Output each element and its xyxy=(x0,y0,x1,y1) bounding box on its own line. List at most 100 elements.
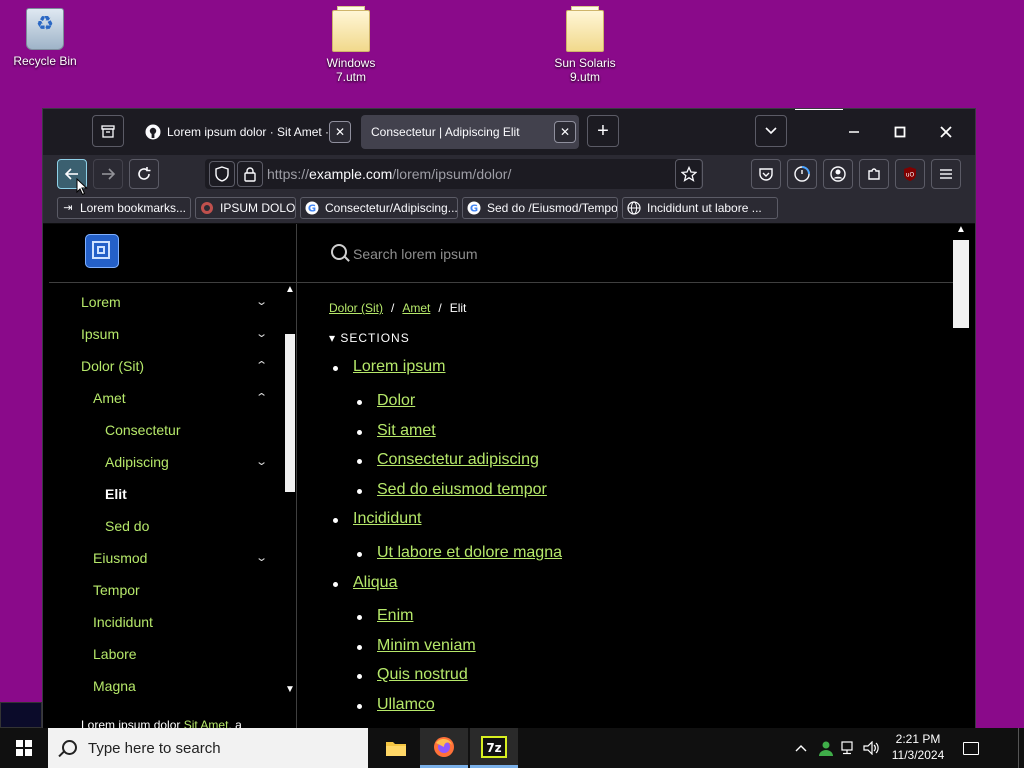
chevron-down-icon[interactable]: ⌄ xyxy=(255,295,268,308)
volume-tray-icon[interactable] xyxy=(860,728,884,768)
start-button[interactable] xyxy=(0,728,48,768)
taskbar: Type here to search 7z 2:21 PM 11/3/2024 xyxy=(0,728,1024,768)
clock-time: 2:21 PM xyxy=(895,732,941,746)
utm-logo-icon[interactable] xyxy=(85,234,119,268)
taskbar-search-box[interactable]: Type here to search xyxy=(48,728,368,768)
tab-close-button[interactable]: ✕ xyxy=(554,121,576,143)
toc-link[interactable]: Quis nostrud xyxy=(377,666,468,684)
chevron-up-icon[interactable]: ⌃ xyxy=(255,391,268,404)
breadcrumb-devices[interactable]: Amet xyxy=(402,301,430,315)
bookmark-endermanch[interactable]: G Consectetur/Adipiscing... xyxy=(300,197,458,219)
sidebar-item[interactable]: Ipsum xyxy=(81,326,119,342)
scroll-up-arrow-icon[interactable]: ▲ xyxy=(956,224,966,235)
pocket-button[interactable] xyxy=(751,159,781,189)
site-favicon-icon xyxy=(200,201,214,215)
toc-link[interactable]: Dolor xyxy=(377,392,415,410)
bookmark-import[interactable]: ⇥ Lorem bookmarks... xyxy=(57,197,191,219)
sidebar-item[interactable]: Sed do xyxy=(105,518,149,534)
desktop-icon-label: Windows 7.utm xyxy=(326,56,376,84)
toc-link[interactable]: Enim xyxy=(377,607,413,625)
sidebar-item[interactable]: Eiusmod xyxy=(93,550,147,566)
desktop-icon-solaris-utm[interactable]: Sun Solaris 9.utm xyxy=(540,6,630,84)
firefox-taskbar-button[interactable] xyxy=(420,728,468,768)
sidebar-item[interactable]: Elit xyxy=(105,486,127,502)
tab-github[interactable]: Lorem ipsum dolor · Sit Amet · … xyxy=(135,115,355,149)
sidebar-item[interactable]: Lorem xyxy=(81,294,121,310)
docs-search[interactable]: Search lorem ipsum xyxy=(297,224,957,283)
minimize-icon xyxy=(849,131,859,133)
breadcrumb-settings-qemu[interactable]: Dolor (Sit) xyxy=(329,301,383,315)
address-bar[interactable]: https://example.com/lorem/ipsum/dolor/ xyxy=(205,159,701,189)
7zip-taskbar-button[interactable]: 7z xyxy=(470,728,518,768)
sidebar-item[interactable]: Tempor xyxy=(93,582,140,598)
sidebar-scrollbar-thumb[interactable] xyxy=(285,334,295,492)
show-desktop-button[interactable] xyxy=(1018,728,1024,768)
forward-button[interactable] xyxy=(93,159,123,189)
reload-button[interactable] xyxy=(129,159,159,189)
bookmark-star-button[interactable] xyxy=(675,159,703,189)
puzzle-icon xyxy=(868,168,880,180)
desktop-icon-recycle-bin[interactable]: Recycle Bin xyxy=(0,8,90,68)
toc-link[interactable]: Ullamco xyxy=(377,696,435,714)
folder-icon xyxy=(386,742,406,756)
sidebar-item[interactable]: Amet xyxy=(93,390,126,406)
new-tab-button[interactable]: + xyxy=(587,115,619,147)
app-menu-button[interactable] xyxy=(931,159,961,189)
sidebar-item[interactable]: Dolor (Sit) xyxy=(81,358,144,374)
toc-link[interactable]: Aliqua xyxy=(353,574,397,592)
tab-utm-serial[interactable]: Consectetur | Adipiscing Elit xyxy=(361,115,579,149)
close-window-button[interactable] xyxy=(923,109,969,155)
site-info-button[interactable] xyxy=(237,161,263,187)
sections-toggle[interactable]: ▾ SECTIONS xyxy=(329,331,410,345)
firefox-view-button[interactable] xyxy=(92,115,124,147)
chevron-down-icon[interactable]: ⌄ xyxy=(255,327,268,340)
toc-link[interactable]: Minim veniam xyxy=(377,637,476,655)
toc-link[interactable]: Ut labore et dolore magna xyxy=(377,544,562,562)
chevron-down-icon[interactable]: ⌄ xyxy=(255,551,268,564)
scroll-down-arrow-icon[interactable]: ▼ xyxy=(285,684,295,695)
bookmark-russian-test[interactable]: IPSUM DOLOR xyxy=(195,197,296,219)
tab-close-button[interactable]: ✕ xyxy=(329,121,351,143)
bookmark-label: Sed do /Eiusmod/Tempor xyxy=(487,201,618,215)
toc-link[interactable]: Lorem ipsum xyxy=(353,358,445,376)
tracking-protection-button[interactable] xyxy=(209,161,235,187)
sidebar-item[interactable]: Adipiscing xyxy=(105,454,169,470)
sidebar-item[interactable]: Consectetur xyxy=(105,422,180,438)
url-text[interactable]: https://example.com/lorem/ipsum/dolor/ xyxy=(267,166,511,182)
system-clock[interactable]: 2:21 PM 11/3/2024 xyxy=(890,731,946,763)
toc-link[interactable]: Sit amet xyxy=(377,422,436,440)
clock-date: 11/3/2024 xyxy=(891,748,945,762)
downloads-button[interactable] xyxy=(787,159,817,189)
chevron-down-icon[interactable]: ⌄ xyxy=(255,455,268,468)
extensions-button[interactable] xyxy=(859,159,889,189)
minimize-button[interactable] xyxy=(831,109,877,155)
user-tray-icon[interactable] xyxy=(814,728,838,768)
toc-link[interactable]: Incididunt xyxy=(353,510,422,528)
search-input[interactable]: Search lorem ipsum xyxy=(353,246,478,262)
toc-link[interactable]: Sed do eiusmod tempor xyxy=(377,481,547,499)
desktop-icon-windows7-utm[interactable]: Windows 7.utm xyxy=(306,6,396,84)
partial-window xyxy=(0,702,42,728)
windows-logo-icon xyxy=(16,740,32,756)
maximize-button[interactable] xyxy=(877,109,923,155)
network-tray-icon[interactable] xyxy=(838,728,860,768)
show-hidden-icons-button[interactable] xyxy=(790,728,812,768)
bookmark-index-isos[interactable]: G Sed do /Eiusmod/Tempor xyxy=(462,197,618,219)
breadcrumb: Dolor (Sit) / Amet / Elit xyxy=(329,301,466,315)
account-button[interactable] xyxy=(823,159,853,189)
list-bullet xyxy=(357,459,362,464)
action-center-button[interactable] xyxy=(956,728,986,768)
ublock-origin-button[interactable]: uO xyxy=(895,159,925,189)
bookmark-memz[interactable]: Incididunt ut labore ... xyxy=(622,197,778,219)
file-explorer-button[interactable] xyxy=(372,728,420,768)
toc-link[interactable]: Consectetur adipiscing xyxy=(377,451,539,469)
sidebar-item[interactable]: Incididunt xyxy=(93,614,153,630)
list-all-tabs-button[interactable] xyxy=(755,115,787,147)
bookmark-label: IPSUM DOLOR xyxy=(220,201,296,215)
chevron-up-icon[interactable]: ⌃ xyxy=(255,359,268,372)
sidebar-item[interactable]: Magna xyxy=(93,678,136,694)
scroll-up-arrow-icon[interactable]: ▲ xyxy=(285,284,295,295)
ublock-icon: uO xyxy=(904,167,916,181)
page-scrollbar-thumb[interactable] xyxy=(953,240,969,328)
sidebar-item[interactable]: Labore xyxy=(93,646,137,662)
